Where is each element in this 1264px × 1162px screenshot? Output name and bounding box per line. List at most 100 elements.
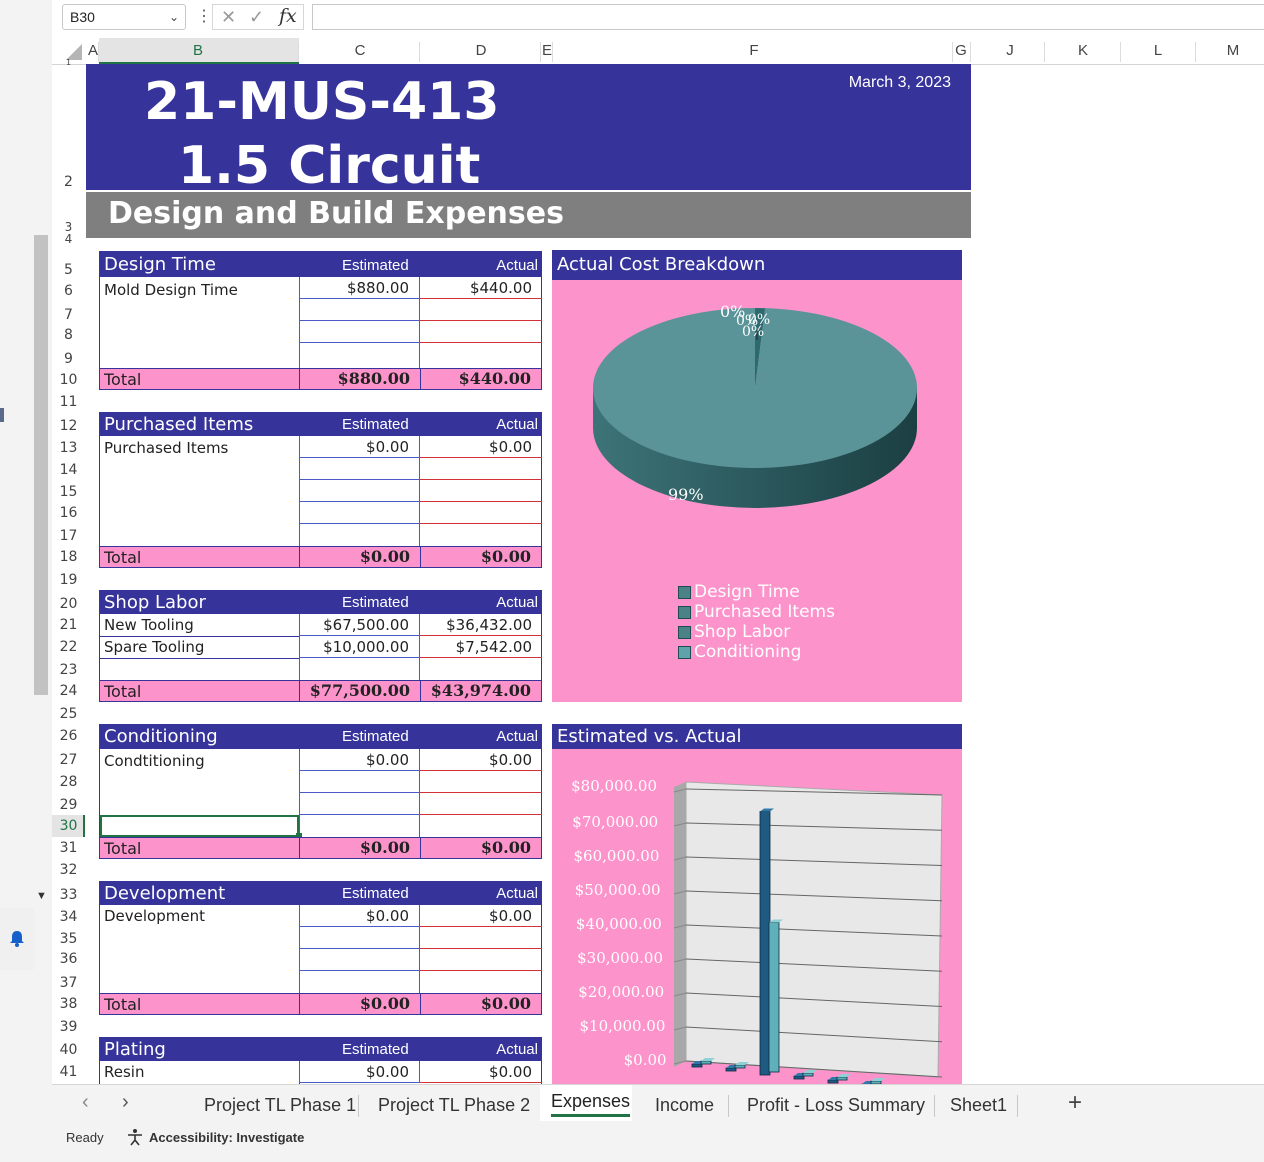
more-options-icon[interactable]: ⋮ xyxy=(196,6,212,26)
item-label[interactable]: Development xyxy=(104,907,205,925)
tab-income[interactable]: Income xyxy=(655,1095,714,1116)
estimated-vs-actual-chart[interactable]: Estimated vs. Actual $80,000.00 $70,000.0… xyxy=(552,724,962,1084)
total-actual[interactable]: $0.00 xyxy=(420,838,541,858)
actual-cell[interactable]: $0.00 xyxy=(420,436,542,458)
estimated-cell[interactable] xyxy=(299,815,420,837)
tab-sheet1[interactable]: Sheet1 xyxy=(950,1095,1007,1116)
total-estimated[interactable]: $880.00 xyxy=(299,369,420,389)
estimated-cell[interactable] xyxy=(299,321,420,343)
actual-cell[interactable] xyxy=(420,321,542,343)
estimated-cell[interactable]: $880.00 xyxy=(299,277,420,299)
actual-cell[interactable] xyxy=(420,658,542,680)
actual-cell[interactable] xyxy=(420,949,542,971)
actual-cell[interactable] xyxy=(420,343,542,368)
row-header[interactable]: 31 xyxy=(52,840,85,856)
estimated-cell[interactable]: $0.00 xyxy=(299,1061,420,1083)
actual-cell[interactable] xyxy=(420,480,542,502)
row-header[interactable]: 41 xyxy=(52,1064,85,1080)
bell-icon[interactable] xyxy=(9,930,25,948)
enter-check-icon[interactable]: ✓ xyxy=(249,7,264,28)
actual-cell[interactable] xyxy=(420,502,542,524)
row-header[interactable]: 8 xyxy=(52,327,85,343)
estimated-cell[interactable] xyxy=(299,793,420,815)
row-header[interactable]: 13 xyxy=(52,440,85,456)
row-header[interactable]: 38 xyxy=(52,996,85,1012)
active-cell-selection[interactable] xyxy=(100,815,299,837)
actual-cell[interactable] xyxy=(420,815,542,837)
actual-cell[interactable] xyxy=(420,927,542,949)
total-actual[interactable]: $0.00 xyxy=(420,994,541,1014)
estimated-cell[interactable] xyxy=(299,771,420,793)
row-header[interactable]: 12 xyxy=(52,418,85,434)
row-header[interactable]: 25 xyxy=(52,706,85,722)
row-header[interactable]: 36 xyxy=(52,951,85,967)
estimated-cell[interactable]: $0.00 xyxy=(299,905,420,927)
row-header[interactable]: 22 xyxy=(52,639,85,655)
row-header[interactable]: 19 xyxy=(52,572,85,588)
item-label[interactable]: New Tooling xyxy=(104,616,194,634)
actual-cell[interactable]: $36,432.00 xyxy=(420,614,542,636)
column-header-m[interactable]: M xyxy=(1222,42,1244,59)
estimated-cell[interactable] xyxy=(299,524,420,546)
actual-cell[interactable]: $0.00 xyxy=(420,1061,542,1083)
column-header-j[interactable]: J xyxy=(1000,42,1020,59)
tab-profit-loss-summary[interactable]: Profit - Loss Summary xyxy=(747,1095,925,1116)
estimated-cell[interactable]: $0.00 xyxy=(299,436,420,458)
item-label[interactable]: Condtitioning xyxy=(104,752,205,770)
row-header[interactable]: 32 xyxy=(52,862,85,878)
actual-cell[interactable] xyxy=(420,771,542,793)
row-header[interactable]: 17 xyxy=(52,528,85,544)
column-header-d[interactable]: D xyxy=(471,42,491,59)
column-header-g[interactable]: G xyxy=(954,42,968,59)
actual-cell[interactable] xyxy=(420,793,542,815)
row-header[interactable]: 40 xyxy=(52,1042,85,1058)
row-header[interactable]: 34 xyxy=(52,909,85,925)
row-header[interactable]: 26 xyxy=(52,728,85,744)
row-header[interactable]: 1 xyxy=(52,58,85,67)
estimated-cell[interactable] xyxy=(299,480,420,502)
vertical-scrollbar-thumb[interactable] xyxy=(34,235,48,695)
actual-cell[interactable]: $440.00 xyxy=(420,277,542,299)
row-header[interactable]: 2 xyxy=(52,174,85,190)
row-header[interactable]: 30 xyxy=(52,818,85,834)
column-header-c[interactable]: C xyxy=(350,42,370,59)
row-header[interactable]: 29 xyxy=(52,797,85,813)
formula-input[interactable] xyxy=(312,4,1264,30)
column-header-b[interactable]: B xyxy=(188,42,208,59)
actual-cell[interactable]: $7,542.00 xyxy=(420,636,542,658)
tab-project-tl-phase-2[interactable]: Project TL Phase 2 xyxy=(378,1095,530,1116)
total-actual[interactable]: $440.00 xyxy=(420,369,541,389)
total-estimated[interactable]: $77,500.00 xyxy=(299,681,420,701)
estimated-cell[interactable] xyxy=(299,299,420,321)
tab-project-tl-phase-1[interactable]: Project TL Phase 1 xyxy=(204,1095,356,1116)
row-header[interactable]: 10 xyxy=(52,372,85,388)
actual-cell[interactable]: $0.00 xyxy=(420,905,542,927)
total-estimated[interactable]: $0.00 xyxy=(299,994,420,1014)
accessibility-status[interactable]: Accessibility: Investigate xyxy=(149,1130,304,1145)
scroll-down-arrow-icon[interactable]: ▼ xyxy=(36,890,47,902)
estimated-cell[interactable] xyxy=(299,502,420,524)
estimated-cell[interactable] xyxy=(299,971,420,993)
column-header-k[interactable]: K xyxy=(1073,42,1093,59)
estimated-cell[interactable]: $0.00 xyxy=(299,749,420,771)
estimated-cell[interactable] xyxy=(299,458,420,480)
row-header[interactable]: 39 xyxy=(52,1019,85,1035)
item-label[interactable]: Spare Tooling xyxy=(104,638,204,656)
total-actual[interactable]: $0.00 xyxy=(420,547,541,567)
column-header-f[interactable]: F xyxy=(744,42,764,59)
row-header[interactable]: 33 xyxy=(52,887,85,903)
row-header[interactable]: 28 xyxy=(52,774,85,790)
actual-cell[interactable] xyxy=(420,524,542,546)
column-header-l[interactable]: L xyxy=(1148,42,1168,59)
estimated-cell[interactable] xyxy=(299,949,420,971)
row-header[interactable]: 7 xyxy=(52,307,85,323)
cancel-icon[interactable]: ✕ xyxy=(221,7,236,28)
total-estimated[interactable]: $0.00 xyxy=(299,838,420,858)
accessibility-icon[interactable] xyxy=(126,1128,144,1146)
actual-cost-breakdown-chart[interactable]: Actual Cost Breakdown 0% 0% 0% 0% 99% De… xyxy=(552,250,962,702)
estimated-cell[interactable] xyxy=(299,927,420,949)
tab-expenses[interactable]: Expenses xyxy=(551,1091,631,1117)
total-actual[interactable]: $43,974.00 xyxy=(420,681,541,701)
row-header[interactable]: 6 xyxy=(52,283,85,299)
item-label[interactable]: Resin xyxy=(104,1063,144,1081)
